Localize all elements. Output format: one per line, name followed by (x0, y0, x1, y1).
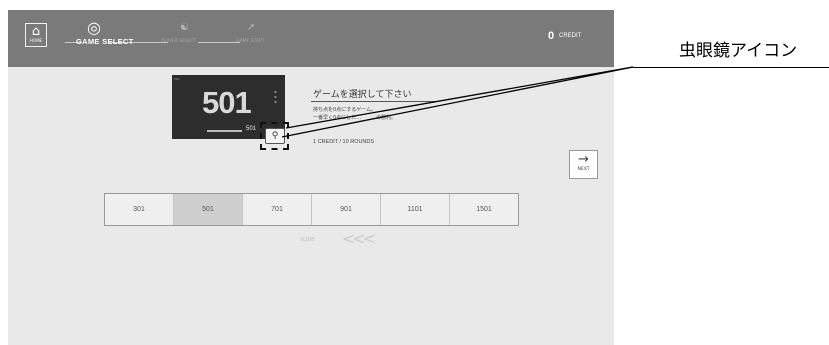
magnifier-icon: ⚲ (271, 131, 279, 141)
preview-bar-value: 501 (246, 126, 257, 132)
top-bar: ⌂ HOME ◎ GAME SELECT ☯ PLAYER SELECT ➚ G… (8, 10, 614, 67)
preview-score: 501 (202, 85, 252, 120)
info-title: ゲームを選択して下さい (313, 90, 412, 100)
next-button[interactable]: → NEXT (569, 150, 598, 179)
credit-label: CREDIT (559, 33, 582, 39)
home-button[interactable]: ⌂ HOME (25, 23, 47, 47)
next-label: NEXT (577, 167, 590, 172)
game-option-301[interactable]: 301 (105, 194, 174, 225)
step-game-start: GAME START (236, 39, 265, 44)
callout-underline (633, 67, 829, 68)
game-option-901[interactable]: 901 (312, 194, 381, 225)
info-description-line1: 持ち点を0点にするゲーム。 (313, 107, 377, 113)
info-divider (311, 101, 435, 102)
credit-count: 0 (548, 30, 555, 42)
game-option-701[interactable]: 701 (243, 194, 312, 225)
slide-arrows-icon[interactable]: <<< (342, 229, 376, 248)
game-options: 301 501 701 901 1101 1501 (104, 193, 519, 226)
info-description-line2: 一番早く0点にした… …の勝利。 (313, 115, 397, 121)
target-icon: ◎ (87, 18, 101, 37)
callout-label: 虫眼鏡アイコン (679, 41, 798, 61)
info-rounds: 1 CREDIT / 10 ROUNDS (313, 139, 375, 145)
person-icon: ☯ (180, 22, 189, 33)
home-label: HOME (29, 38, 43, 43)
preview-bar (207, 130, 242, 132)
step-connector (198, 42, 240, 43)
slide-label: SLIDE (300, 237, 315, 243)
game-option-1101[interactable]: 1101 (381, 194, 450, 225)
magnifier-button[interactable]: ⚲ (265, 128, 285, 144)
step-player-select: PLAYER SELECT (161, 39, 197, 44)
game-option-501[interactable]: 501 (174, 194, 243, 225)
preview-marks: ▪ ▪ ▪ (274, 89, 277, 104)
preview-corner-text: 501 (174, 77, 180, 81)
game-option-1501[interactable]: 1501 (450, 194, 518, 225)
game-screen: ⌂ HOME ◎ GAME SELECT ☯ PLAYER SELECT ➚ G… (8, 10, 614, 345)
home-icon: ⌂ (31, 24, 41, 39)
step-game-select: GAME SELECT (76, 37, 134, 46)
arrow-right-icon: → (578, 152, 589, 167)
dart-icon: ➚ (247, 22, 256, 33)
